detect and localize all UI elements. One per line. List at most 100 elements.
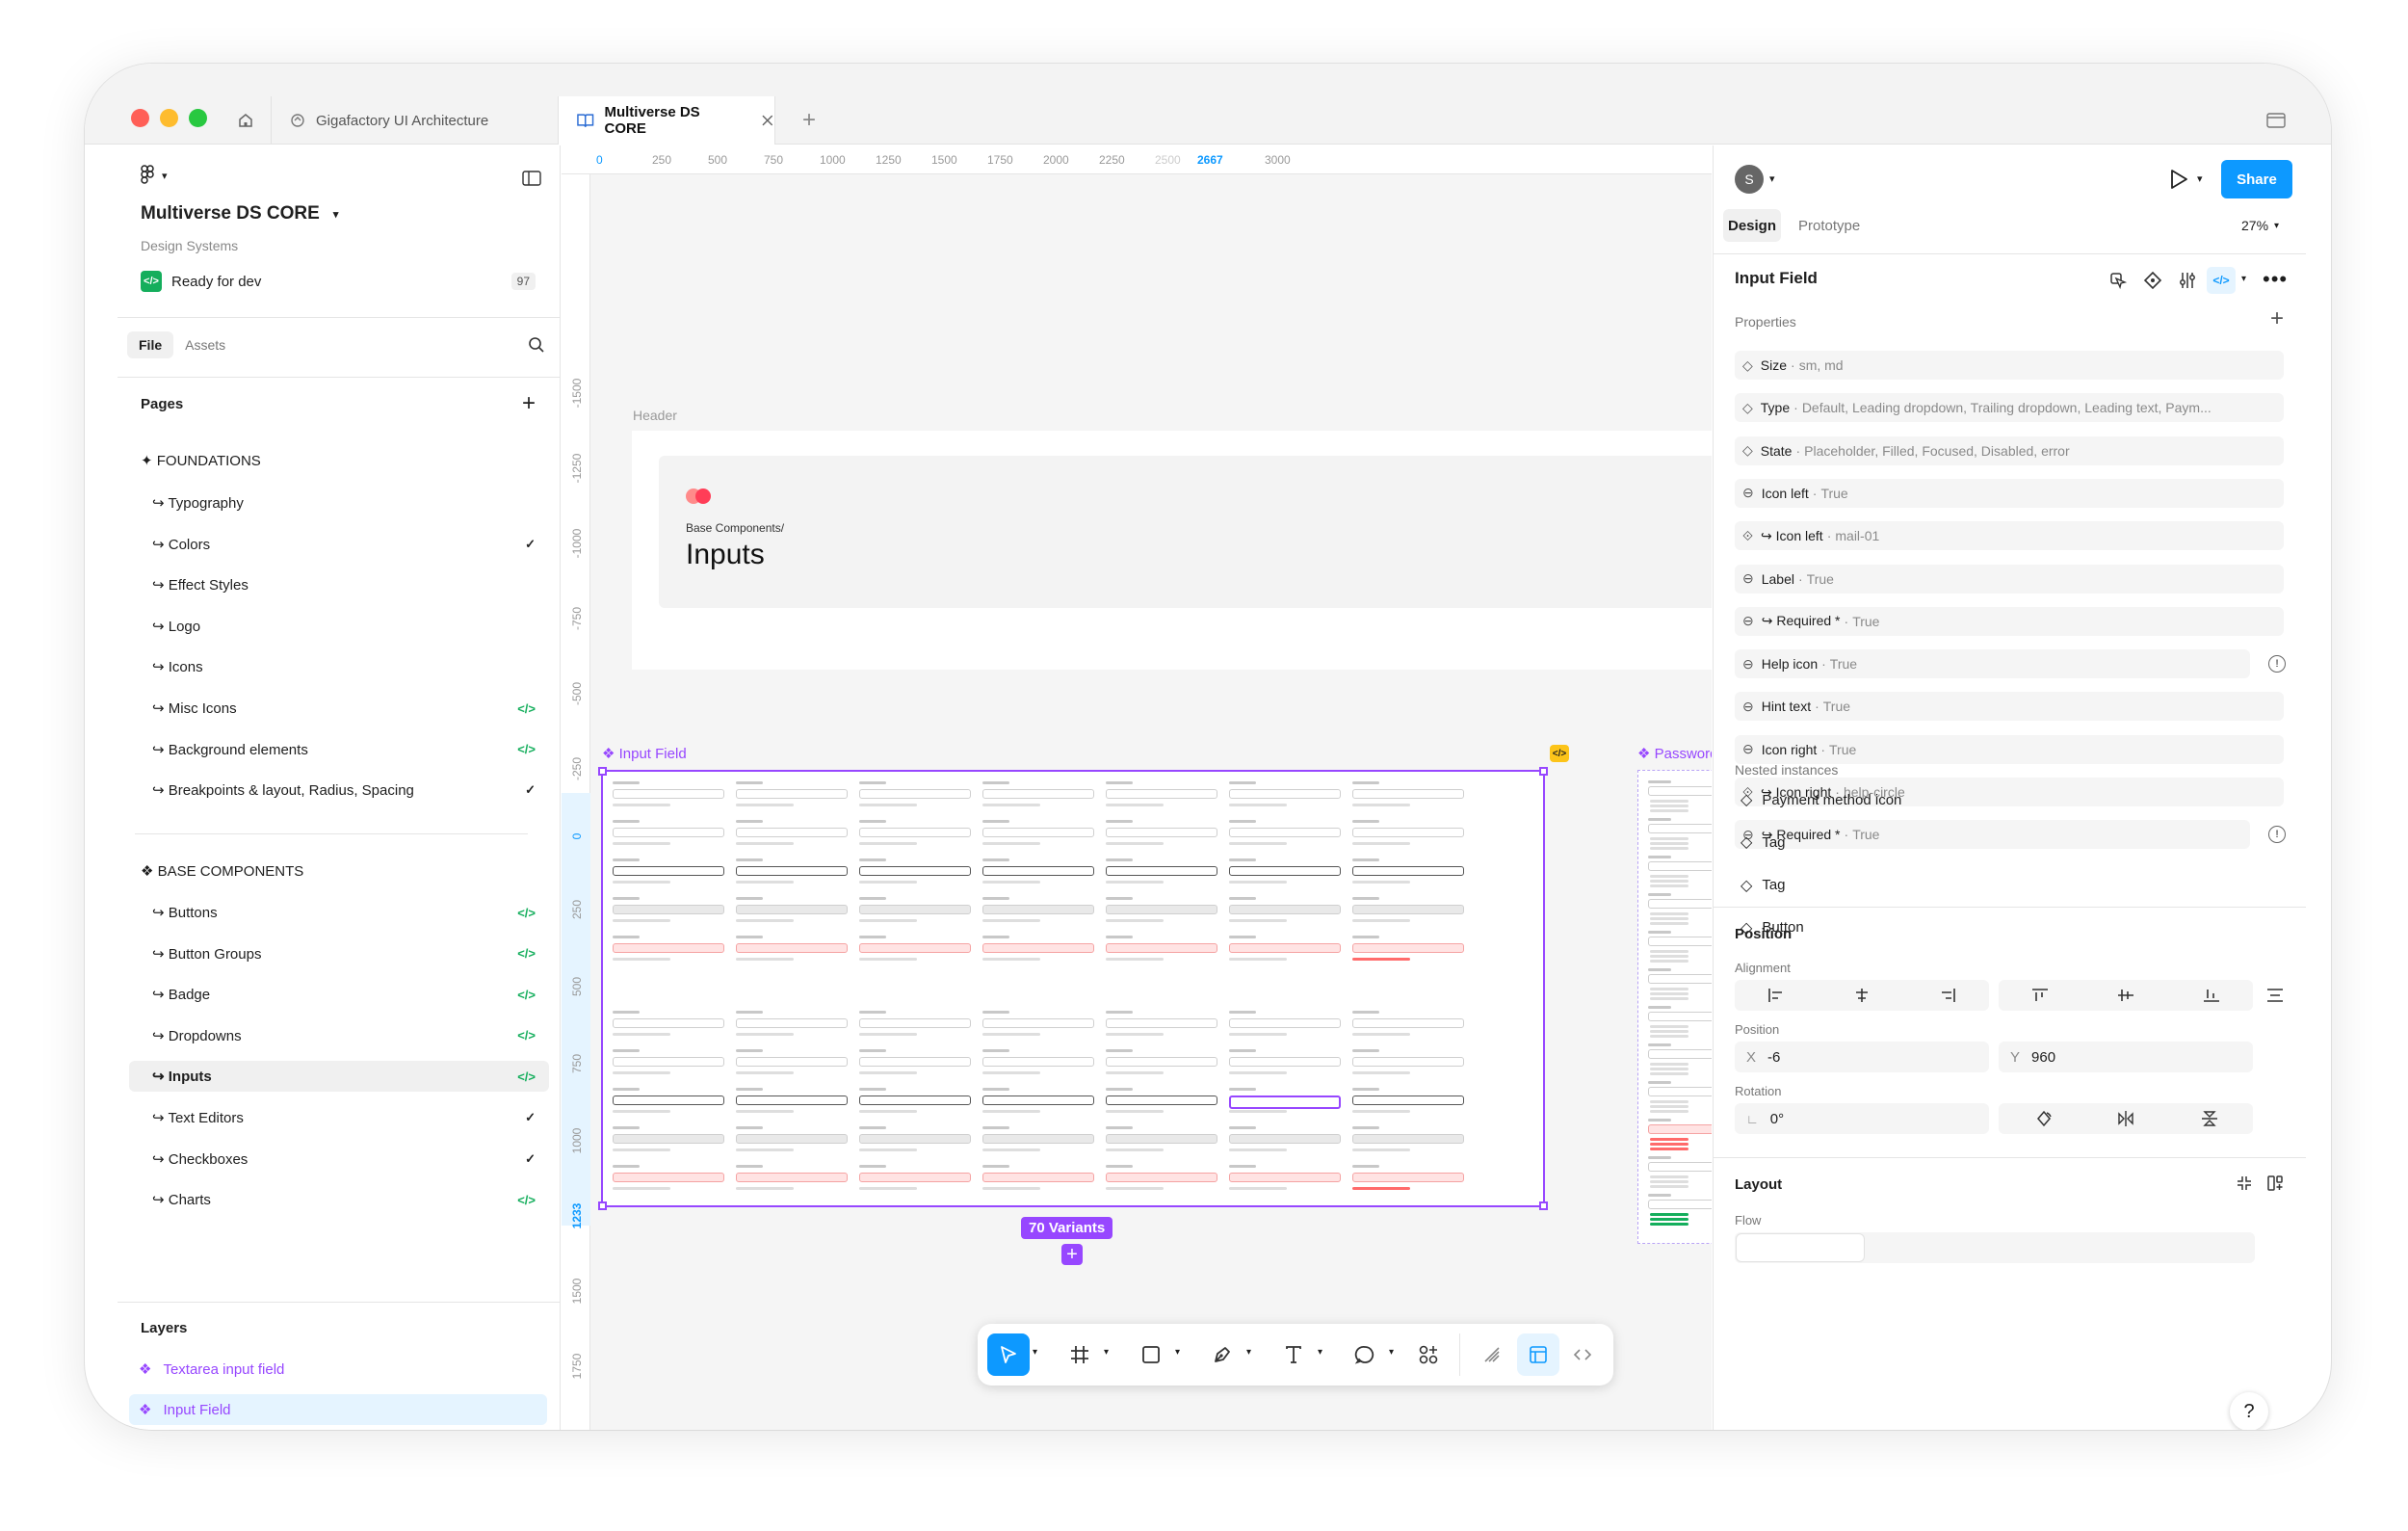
input-variant[interactable] — [982, 1057, 1094, 1067]
input-variant[interactable] — [1106, 866, 1217, 876]
password-variant[interactable] — [1648, 937, 1712, 946]
ready-for-dev-row[interactable]: </> Ready for dev 97 — [141, 271, 536, 292]
input-variant[interactable] — [982, 828, 1094, 837]
input-variant[interactable] — [1106, 1057, 1217, 1067]
input-variant[interactable] — [1106, 789, 1217, 799]
input-variant[interactable] — [736, 866, 848, 876]
chevron-down-icon[interactable]: ▾ — [1104, 1347, 1109, 1358]
page-item[interactable]: ↪ Button Groups </> — [129, 938, 549, 969]
align-left-icon[interactable] — [1767, 988, 1785, 1003]
chevron-down-icon[interactable]: ▾ — [1769, 172, 1775, 185]
input-variant[interactable] — [1229, 866, 1341, 876]
input-field-component-set[interactable] — [598, 767, 1548, 1210]
input-variant[interactable] — [613, 943, 724, 953]
nested-instance[interactable]: ◇ Tag — [1735, 871, 1786, 900]
input-variant[interactable] — [1106, 905, 1217, 914]
chevron-down-icon[interactable]: ▾ — [1175, 1347, 1180, 1358]
avatar[interactable]: S — [1735, 165, 1764, 194]
input-variant[interactable] — [1106, 828, 1217, 837]
input-variant[interactable] — [613, 789, 724, 799]
page-item[interactable]: ↪ Icons — [129, 651, 549, 682]
add-variant-button[interactable]: + — [1061, 1244, 1083, 1265]
close-tab-icon[interactable] — [761, 114, 774, 127]
component-property[interactable]: ⊖ Icon right · True — [1735, 734, 2284, 764]
align-center-h-icon[interactable] — [1853, 988, 1871, 1003]
code-connect-button[interactable]: </> — [2207, 267, 2236, 294]
chevron-down-icon[interactable]: ▾ — [1246, 1347, 1251, 1358]
password-variant[interactable] — [1648, 1162, 1712, 1172]
input-variant[interactable] — [859, 1057, 971, 1067]
actions-tool-button[interactable] — [1407, 1333, 1450, 1376]
page-item[interactable]: ↪ Inputs </> — [129, 1061, 549, 1093]
draw-mode-button[interactable] — [1471, 1333, 1513, 1376]
dev-mode-button[interactable] — [1561, 1333, 1604, 1376]
input-variant[interactable] — [736, 1173, 848, 1182]
component-property[interactable]: ⊖ Hint text · True — [1735, 692, 2284, 722]
frame-tool-button[interactable] — [1059, 1333, 1101, 1376]
tab-design[interactable]: Design — [1723, 209, 1781, 242]
component-property[interactable]: ◇ Size · sm, md — [1735, 351, 2284, 380]
input-variant[interactable] — [736, 905, 848, 914]
input-variant[interactable] — [1229, 1173, 1341, 1182]
input-variant[interactable] — [1106, 1173, 1217, 1182]
password-variant[interactable] — [1648, 1012, 1712, 1021]
component-property[interactable]: ◇ State · Placeholder, Filled, Focused, D… — [1735, 436, 2284, 465]
input-variant[interactable] — [736, 1018, 848, 1028]
chevron-down-icon[interactable]: ▾ — [1389, 1347, 1394, 1358]
share-button[interactable]: Share — [2221, 160, 2292, 198]
component-property[interactable]: ⊖ Label · True — [1735, 564, 2284, 594]
password-variant[interactable] — [1648, 1049, 1712, 1059]
input-variant[interactable] — [859, 1095, 971, 1105]
input-variant[interactable] — [1106, 1095, 1217, 1105]
input-variant[interactable] — [736, 1095, 848, 1105]
chevron-down-icon[interactable]: ▾ — [2197, 172, 2203, 185]
password-variant[interactable] — [1648, 1124, 1712, 1134]
page-item[interactable]: ↪ Background elements </> — [129, 734, 549, 765]
input-variant[interactable] — [1106, 943, 1217, 953]
input-variant[interactable] — [736, 1134, 848, 1144]
input-variant[interactable] — [982, 1095, 1094, 1105]
frame-label-password[interactable]: ❖ Password i — [1637, 745, 1712, 762]
input-variant[interactable] — [982, 789, 1094, 799]
flip-vertical-icon[interactable] — [2201, 1110, 2218, 1127]
properties-sliders-icon[interactable] — [2178, 271, 2197, 290]
frame-label-input-field[interactable]: ❖ Input Field — [602, 745, 687, 762]
input-variant[interactable] — [859, 789, 971, 799]
toggle-sidebar-icon[interactable] — [522, 171, 541, 186]
input-variant[interactable] — [859, 943, 971, 953]
password-variant[interactable] — [1648, 974, 1712, 984]
maximize-window-button[interactable] — [189, 109, 207, 127]
input-variant[interactable] — [1352, 1095, 1464, 1105]
x-position-field[interactable]: X -6 — [1735, 1042, 1989, 1072]
page-item[interactable]: ↪ Badge </> — [129, 979, 549, 1010]
input-variant[interactable] — [859, 828, 971, 837]
text-tool-button[interactable] — [1272, 1333, 1315, 1376]
canvas[interactable]: 0 250 500 750 1000 1250 1500 1750 2000 2250 2500 26… — [562, 145, 1712, 1430]
input-variant[interactable] — [1229, 789, 1341, 799]
input-variant[interactable] — [1352, 905, 1464, 914]
password-component-set[interactable] — [1637, 770, 1712, 1244]
password-variant[interactable] — [1648, 1200, 1712, 1209]
page-item[interactable]: ↪ Buttons </> — [129, 897, 549, 928]
tab-multiverse[interactable]: Multiverse DS CORE — [558, 96, 775, 145]
align-right-icon[interactable] — [1939, 988, 1956, 1003]
dev-code-badge[interactable]: </> — [1550, 745, 1569, 762]
input-variant[interactable] — [1352, 1018, 1464, 1028]
input-variant[interactable] — [982, 905, 1094, 914]
component-property[interactable]: ⊖ ↪ Required * · True — [1735, 606, 2284, 636]
component-property[interactable]: ⟐ ↪ Icon left · mail-01 — [1735, 521, 2284, 551]
input-variant[interactable] — [982, 1173, 1094, 1182]
input-variant[interactable] — [1229, 1057, 1341, 1067]
input-variant[interactable] — [859, 866, 971, 876]
input-variant[interactable] — [982, 943, 1094, 953]
page-item[interactable]: ↪ Logo — [129, 611, 549, 642]
input-variant[interactable] — [1352, 943, 1464, 953]
property-info-icon[interactable]: ! — [2268, 655, 2286, 673]
input-variant[interactable] — [613, 866, 724, 876]
input-variant[interactable] — [859, 1134, 971, 1144]
input-variant[interactable] — [1352, 1057, 1464, 1067]
component-property[interactable]: ⊖ Icon left · True — [1735, 478, 2284, 508]
section-base-components[interactable]: ❖ BASE COMPONENTS — [141, 857, 583, 885]
input-variant[interactable] — [859, 905, 971, 914]
input-variant[interactable] — [859, 1173, 971, 1182]
